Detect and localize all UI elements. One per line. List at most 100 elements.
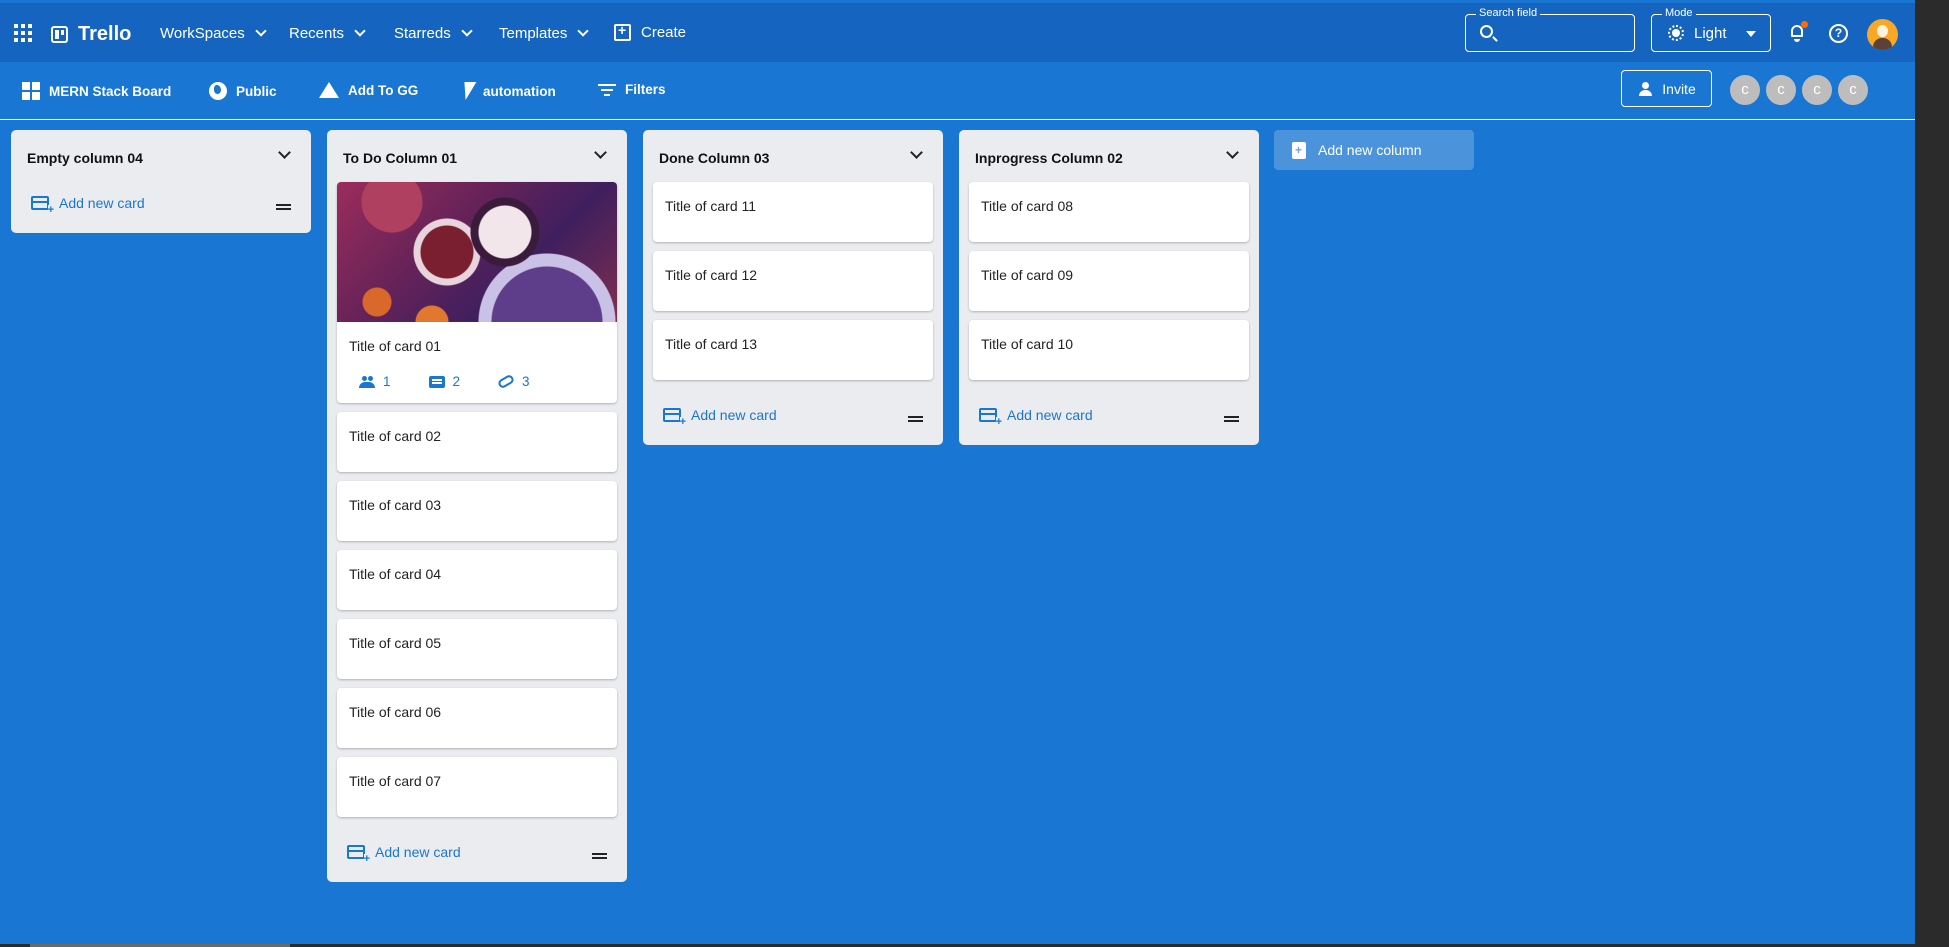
card-title: Title of card 04 xyxy=(349,566,442,582)
add-card-button[interactable]: Add new card xyxy=(347,844,461,864)
notifications-bell-icon[interactable] xyxy=(1789,21,1808,42)
chevron-down-icon[interactable] xyxy=(1226,146,1239,159)
column-header: Done Column 03 xyxy=(643,130,943,182)
public-globe-icon xyxy=(209,82,227,100)
column-title[interactable]: Inprogress Column 02 xyxy=(975,150,1123,166)
add-card-button[interactable]: Add new card xyxy=(979,407,1093,427)
member-avatars: c c c c xyxy=(1728,73,1872,107)
window-gutter xyxy=(1915,0,1949,947)
user-avatar[interactable] xyxy=(1867,19,1898,50)
card[interactable]: Title of card 12 xyxy=(653,251,933,311)
card[interactable]: Title of card 03 xyxy=(337,481,617,541)
mode-select-label: Mode xyxy=(1662,7,1696,19)
drag-handle-icon[interactable] xyxy=(908,416,923,422)
card-attachments-value: 3 xyxy=(522,374,530,389)
card[interactable]: Title of card 13 xyxy=(653,320,933,380)
filters-label: Filters xyxy=(625,82,666,97)
board-column: To Do Column 01 Title of card 01 1 2 3 T… xyxy=(327,130,627,882)
invite-label: Invite xyxy=(1662,80,1696,97)
card-title: Title of card 01 xyxy=(349,338,442,354)
chevron-down-icon xyxy=(255,25,267,37)
comment-icon xyxy=(428,375,445,388)
light-mode-icon xyxy=(1668,25,1684,41)
column-header: To Do Column 01 xyxy=(327,130,627,182)
board-column: Done Column 03 Title of card 11 Title of… xyxy=(643,130,943,445)
notification-dot xyxy=(1801,21,1808,28)
card[interactable]: Title of card 08 xyxy=(969,182,1249,242)
nav-recents-label: Recents xyxy=(289,25,345,42)
apps-grid-icon[interactable] xyxy=(14,24,32,42)
search-field[interactable]: Search field xyxy=(1465,7,1635,52)
board-column: Empty column 04 Add new card xyxy=(11,130,311,233)
column-footer: Add new card xyxy=(959,389,1259,445)
add-to-drive-chip[interactable]: Add To GG xyxy=(319,82,418,98)
add-card-button[interactable]: Add new card xyxy=(31,195,145,215)
card[interactable]: Title of card 06 xyxy=(337,688,617,748)
automation-chip[interactable]: automation xyxy=(459,82,556,100)
card-list: Title of card 08 Title of card 09 Title … xyxy=(959,182,1259,380)
card[interactable]: Title of card 05 xyxy=(337,619,617,679)
dropdown-arrow-icon xyxy=(1746,31,1756,37)
card[interactable]: Title of card 11 xyxy=(653,182,933,242)
drag-handle-icon[interactable] xyxy=(1224,416,1239,422)
card-comments-value: 2 xyxy=(452,374,461,389)
nav-recents-menu[interactable]: Recents xyxy=(289,25,366,42)
attachment-icon xyxy=(496,373,516,390)
card[interactable]: Title of card 09 xyxy=(969,251,1249,311)
app-bar: Trello WorkSpaces Recents Starreds Templ… xyxy=(0,3,1915,62)
card[interactable]: Title of card 01 1 2 3 xyxy=(337,182,617,403)
board-visibility-chip[interactable]: Public xyxy=(209,82,277,100)
search-icon xyxy=(1480,25,1493,38)
nav-starreds-menu[interactable]: Starreds xyxy=(394,25,473,42)
trello-logo-icon xyxy=(51,26,68,43)
invite-button[interactable]: Invite xyxy=(1621,70,1712,107)
card-title: Title of card 11 xyxy=(665,198,757,214)
chevron-down-icon[interactable] xyxy=(594,146,607,159)
card[interactable]: Title of card 07 xyxy=(337,757,617,817)
card-cover-image xyxy=(337,182,617,322)
group-icon xyxy=(359,375,375,388)
add-card-label: Add new card xyxy=(59,195,145,211)
add-card-label: Add new card xyxy=(1007,407,1093,423)
person-add-icon xyxy=(1637,81,1654,96)
column-footer: Add new card xyxy=(643,389,943,445)
board-title: MERN Stack Board xyxy=(49,83,172,99)
column-footer: Add new card xyxy=(327,826,627,882)
card-members-count[interactable]: 1 xyxy=(359,374,391,389)
add-card-button[interactable]: Add new card xyxy=(663,407,777,427)
card[interactable]: Title of card 10 xyxy=(969,320,1249,380)
mode-select[interactable]: Mode Light xyxy=(1651,7,1771,52)
drag-handle-icon[interactable] xyxy=(276,204,291,210)
card-attachments-count[interactable]: 3 xyxy=(496,373,530,390)
card-list: Title of card 01 1 2 3 Title of card 02 … xyxy=(327,182,627,817)
card-title: Title of card 08 xyxy=(981,198,1074,214)
card-title: Title of card 09 xyxy=(981,267,1074,283)
board-title-chip[interactable]: MERN Stack Board xyxy=(22,82,171,100)
member-avatar[interactable]: c xyxy=(1728,73,1762,107)
board-column: Inprogress Column 02 Title of card 08 Ti… xyxy=(959,130,1259,445)
column-title[interactable]: Empty column 04 xyxy=(27,150,143,166)
filter-list-icon xyxy=(598,83,616,97)
nav-workspaces-menu[interactable]: WorkSpaces xyxy=(160,25,267,42)
card[interactable]: Title of card 02 xyxy=(337,412,617,472)
chevron-down-icon[interactable] xyxy=(910,146,923,159)
card[interactable]: Title of card 04 xyxy=(337,550,617,610)
member-avatar[interactable]: c xyxy=(1800,73,1834,107)
add-card-label: Add new card xyxy=(691,407,777,423)
nav-starreds-label: Starreds xyxy=(394,25,451,42)
card-comments-count[interactable]: 2 xyxy=(428,374,461,389)
chevron-down-icon xyxy=(461,25,473,37)
app-logo[interactable]: Trello xyxy=(51,23,131,46)
create-button[interactable]: Create xyxy=(614,22,686,41)
member-avatar[interactable]: c xyxy=(1836,73,1870,107)
column-title[interactable]: To Do Column 01 xyxy=(343,150,457,166)
add-column-button[interactable]: Add new column xyxy=(1274,130,1474,170)
help-icon[interactable]: ? xyxy=(1829,24,1848,43)
add-to-drive-label: Add To GG xyxy=(348,82,419,98)
filters-chip[interactable]: Filters xyxy=(598,82,666,97)
nav-templates-menu[interactable]: Templates xyxy=(499,25,590,42)
column-title[interactable]: Done Column 03 xyxy=(659,150,769,166)
drag-handle-icon[interactable] xyxy=(592,853,607,859)
member-avatar[interactable]: c xyxy=(1764,73,1798,107)
chevron-down-icon[interactable] xyxy=(278,146,291,159)
